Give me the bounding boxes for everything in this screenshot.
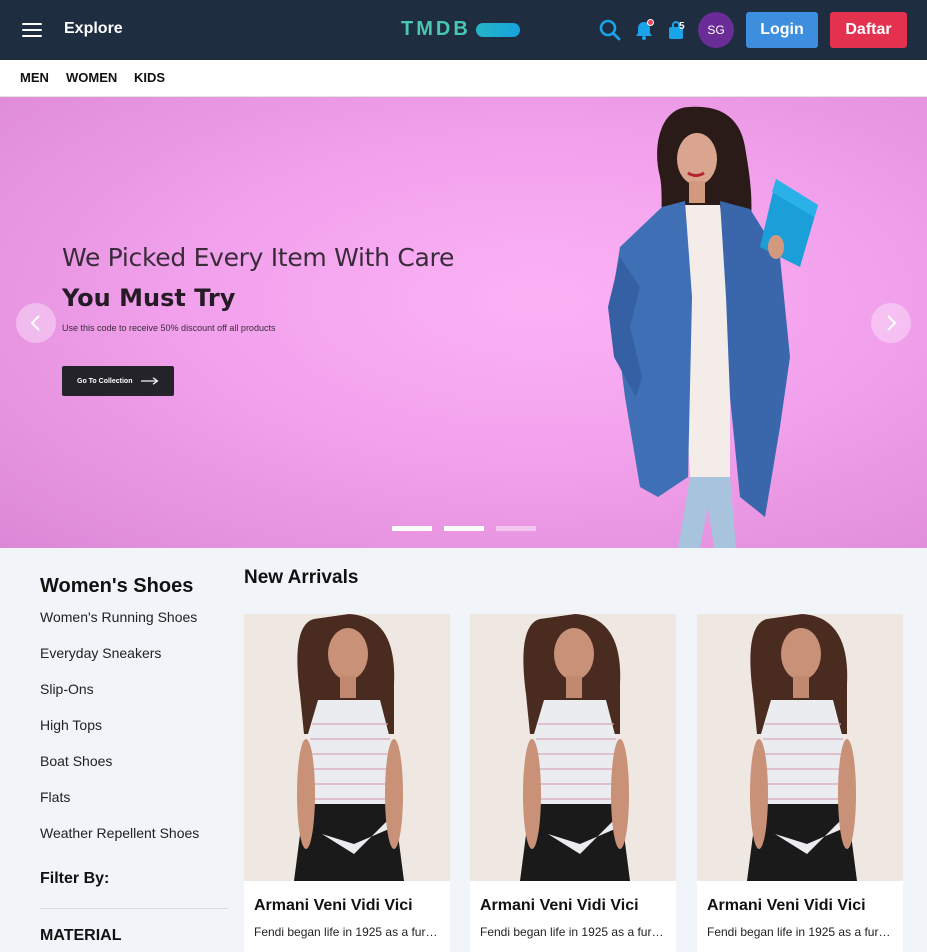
filter-divider xyxy=(40,908,228,909)
category-link-women[interactable]: WOMEN xyxy=(66,70,117,85)
product-description: Fendi began life in 1925 as a fur and le… xyxy=(707,925,893,939)
chevron-left-icon xyxy=(30,315,40,331)
sidebar-title: Women's Shoes xyxy=(40,575,194,597)
category-link-kids[interactable]: KIDS xyxy=(134,70,165,85)
cart-count-badge: 5 xyxy=(679,21,685,32)
product-image xyxy=(697,614,903,881)
product-description: Fendi began life in 1925 as a fur and le… xyxy=(480,925,666,939)
product-image xyxy=(470,614,676,881)
sidebar-item-high-tops[interactable]: High Tops xyxy=(40,717,102,733)
product-title: Armani Veni Vidi Vici xyxy=(254,897,413,914)
hero-model-image xyxy=(608,106,818,548)
cta-label: Go To Collection xyxy=(77,377,133,385)
product-title: Armani Veni Vidi Vici xyxy=(707,897,866,914)
notification-bell-icon[interactable] xyxy=(632,18,656,42)
carousel-dot-2[interactable] xyxy=(444,526,484,531)
logo-pill-icon xyxy=(475,22,520,37)
carousel-next-button[interactable] xyxy=(871,303,911,343)
sidebar-item-flats[interactable]: Flats xyxy=(40,789,70,805)
product-description: Fendi began life in 1925 as a fur and le… xyxy=(254,925,440,939)
sidebar-item-everyday-sneakers[interactable]: Everyday Sneakers xyxy=(40,645,161,661)
carousel-indicators xyxy=(392,526,536,531)
category-link-men[interactable]: MEN xyxy=(20,70,49,85)
sidebar-item-slip-ons[interactable]: Slip-Ons xyxy=(40,681,94,697)
logo-text: TMDB xyxy=(401,18,471,40)
top-navbar: Explore TMDB 5 SG Login Daftar xyxy=(0,0,927,60)
material-filter-heading[interactable]: MATERIAL xyxy=(40,927,121,945)
product-title: Armani Veni Vidi Vici xyxy=(480,897,639,914)
hero-carousel: We Picked Every Item With Care You Must … xyxy=(0,97,927,548)
sidebar-item-running-shoes[interactable]: Women's Running Shoes xyxy=(40,609,197,625)
notification-badge xyxy=(647,19,654,26)
site-logo[interactable]: TMDB xyxy=(401,18,520,41)
register-button[interactable]: Daftar xyxy=(830,12,907,48)
shopping-bag-icon[interactable]: 5 xyxy=(665,18,689,42)
filter-by-heading: Filter By: xyxy=(40,870,110,887)
user-avatar[interactable]: SG xyxy=(698,12,734,48)
arrow-right-icon xyxy=(141,377,160,385)
hero-heading: We Picked Every Item With Care xyxy=(62,243,455,272)
search-icon[interactable] xyxy=(598,18,622,42)
product-card[interactable]: Armani Veni Vidi Vici Fendi began life i… xyxy=(697,614,903,952)
hero-tagline: Use this code to receive 50% discount of… xyxy=(62,323,276,333)
hamburger-menu-icon[interactable] xyxy=(22,20,42,38)
chevron-right-icon xyxy=(887,315,897,331)
product-image xyxy=(244,614,450,881)
sidebar-item-boat-shoes[interactable]: Boat Shoes xyxy=(40,753,112,769)
login-button[interactable]: Login xyxy=(746,12,818,48)
go-to-collection-button[interactable]: Go To Collection xyxy=(62,366,174,396)
sidebar-item-weather-repellent[interactable]: Weather Repellent Shoes xyxy=(40,825,199,841)
product-card[interactable]: Armani Veni Vidi Vici Fendi began life i… xyxy=(470,614,676,952)
carousel-dot-3[interactable] xyxy=(496,526,536,531)
product-card[interactable]: Armani Veni Vidi Vici Fendi began life i… xyxy=(244,614,450,952)
category-nav: MEN WOMEN KIDS xyxy=(0,60,927,97)
explore-link[interactable]: Explore xyxy=(64,20,123,38)
carousel-prev-button[interactable] xyxy=(16,303,56,343)
carousel-dot-1[interactable] xyxy=(392,526,432,531)
new-arrivals-title: New Arrivals xyxy=(244,567,359,588)
hero-subheading: You Must Try xyxy=(62,284,236,312)
